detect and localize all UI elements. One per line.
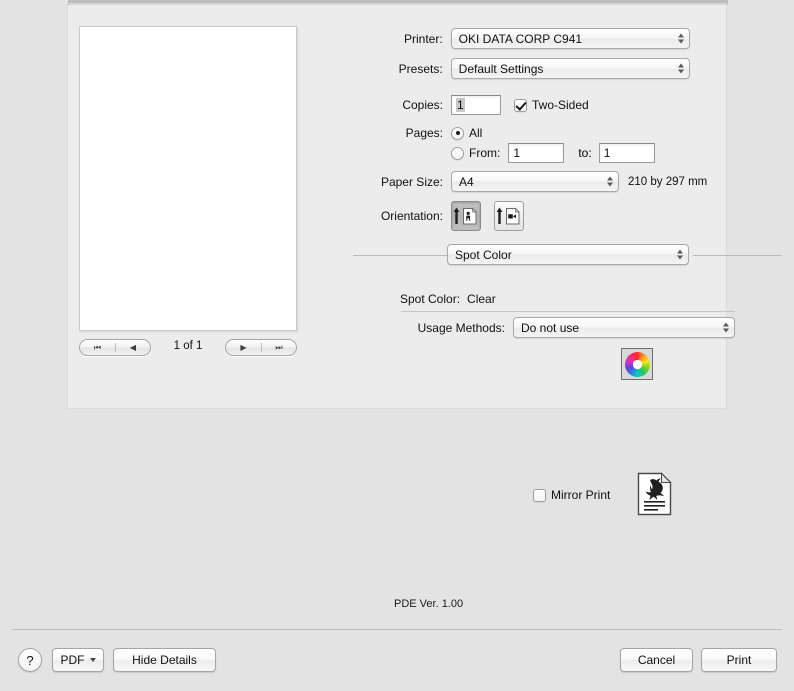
print-button[interactable]: Print bbox=[701, 648, 777, 672]
copies-label: Copies: bbox=[402, 98, 443, 112]
presets-label: Presets: bbox=[398, 61, 443, 76]
updown-arrows-icon bbox=[722, 320, 729, 335]
copies-row: Copies: 1 Two-Sided bbox=[330, 95, 690, 115]
pages-range-row: From: 1 to: 1 bbox=[330, 143, 710, 163]
help-button[interactable]: ? bbox=[18, 648, 42, 672]
pane-rule-left bbox=[353, 255, 447, 256]
two-sided-checkbox-row[interactable]: Two-Sided bbox=[514, 98, 589, 112]
color-wheel-icon bbox=[624, 351, 650, 377]
pages-all-option[interactable]: All bbox=[451, 126, 482, 140]
print-preview bbox=[79, 26, 297, 331]
paper-dimensions-text: 210 by 297 mm bbox=[628, 175, 708, 188]
preview-nav-back-group[interactable]: ⏮ ◀ bbox=[79, 339, 151, 356]
pdf-button-label: PDF bbox=[60, 653, 85, 667]
usage-methods-label: Usage Methods: bbox=[417, 320, 505, 335]
pages-label: Pages: bbox=[405, 126, 443, 140]
pages-all-row: Pages: All bbox=[330, 125, 690, 141]
orientation-label: Orientation: bbox=[380, 209, 443, 223]
pages-all-radio[interactable] bbox=[451, 126, 464, 140]
mirror-print-row[interactable]: Mirror Print bbox=[533, 487, 610, 503]
footer-divider bbox=[12, 629, 782, 630]
previous-page-button[interactable]: ◀ bbox=[116, 340, 151, 355]
mirror-document-icon bbox=[637, 472, 672, 516]
updown-arrows-icon bbox=[677, 31, 684, 46]
paper-size-select[interactable]: A4 bbox=[451, 171, 619, 192]
copies-input[interactable]: 1 bbox=[451, 95, 501, 115]
usage-methods-value: Do not use bbox=[521, 320, 580, 335]
hide-details-button[interactable]: Hide Details bbox=[113, 648, 216, 672]
presets-select[interactable]: Default Settings bbox=[450, 58, 690, 79]
two-sided-label: Two-Sided bbox=[532, 98, 589, 112]
presets-select-value: Default Settings bbox=[458, 61, 544, 76]
updown-arrows-icon bbox=[677, 61, 684, 76]
printer-select[interactable]: OKI DATA CORP C941 bbox=[450, 28, 690, 49]
printer-row: Printer: OKI DATA CORP C941 bbox=[330, 28, 690, 49]
printer-select-value: OKI DATA CORP C941 bbox=[458, 31, 583, 46]
pane-selector[interactable]: Spot Color bbox=[447, 244, 689, 265]
pages-all-label: All bbox=[469, 126, 483, 140]
paper-size-value: A4 bbox=[459, 174, 474, 189]
pages-from-input[interactable]: 1 bbox=[508, 143, 565, 163]
pages-from-option[interactable]: From: bbox=[451, 146, 500, 160]
orientation-row: Orientation: bbox=[330, 201, 690, 231]
cancel-button[interactable]: Cancel bbox=[620, 648, 693, 672]
two-sided-checkbox[interactable] bbox=[514, 98, 527, 112]
updown-arrows-icon bbox=[606, 174, 613, 189]
orientation-landscape-button[interactable] bbox=[494, 201, 524, 231]
updown-arrows-icon bbox=[676, 247, 683, 262]
pde-version-text: PDE Ver. 1.00 bbox=[394, 598, 464, 610]
pages-to-value: 1 bbox=[603, 146, 611, 160]
pane-rule-right bbox=[693, 255, 781, 256]
preview-navigation: ⏮ ◀ 1 of 1 ▶ ⏭ bbox=[79, 339, 297, 357]
last-page-button[interactable]: ⏭ bbox=[262, 340, 297, 355]
portrait-orientation-icon bbox=[453, 207, 477, 225]
mirror-print-checkbox[interactable] bbox=[533, 488, 546, 502]
color-wheel-button[interactable] bbox=[621, 348, 653, 380]
presets-row: Presets: Default Settings bbox=[330, 58, 690, 79]
usage-methods-row: Usage Methods: Do not use bbox=[400, 317, 740, 338]
pages-from-value: 1 bbox=[513, 146, 521, 160]
spot-color-label: Spot Color: bbox=[400, 292, 461, 306]
paper-size-label: Paper Size: bbox=[380, 174, 443, 189]
preview-nav-forward-group[interactable]: ▶ ⏭ bbox=[225, 339, 297, 356]
spot-color-row: Spot Color: Clear bbox=[400, 291, 740, 307]
printer-label: Printer: bbox=[403, 31, 443, 46]
mirror-print-label: Mirror Print bbox=[551, 488, 611, 502]
pages-from-label: From: bbox=[469, 146, 501, 160]
pages-to-input[interactable]: 1 bbox=[598, 143, 655, 163]
page-counter: 1 of 1 bbox=[173, 340, 203, 352]
spot-color-value: Clear bbox=[467, 292, 496, 306]
next-page-button[interactable]: ▶ bbox=[226, 340, 261, 355]
pdf-menu-button[interactable]: PDF bbox=[52, 648, 104, 672]
usage-methods-select[interactable]: Do not use bbox=[513, 317, 735, 338]
pane-selector-value: Spot Color bbox=[455, 247, 512, 262]
landscape-orientation-icon bbox=[496, 207, 520, 225]
pages-to-label: to: bbox=[578, 146, 592, 160]
orientation-portrait-button[interactable] bbox=[451, 201, 481, 231]
spot-color-divider bbox=[401, 311, 735, 312]
copies-input-value: 1 bbox=[456, 98, 465, 112]
paper-size-row: Paper Size: A4 210 by 297 mm bbox=[330, 171, 730, 192]
preview-page-image bbox=[79, 26, 297, 331]
pages-from-radio[interactable] bbox=[451, 146, 464, 160]
first-page-button[interactable]: ⏮ bbox=[80, 340, 115, 355]
chevron-down-icon bbox=[89, 658, 96, 662]
